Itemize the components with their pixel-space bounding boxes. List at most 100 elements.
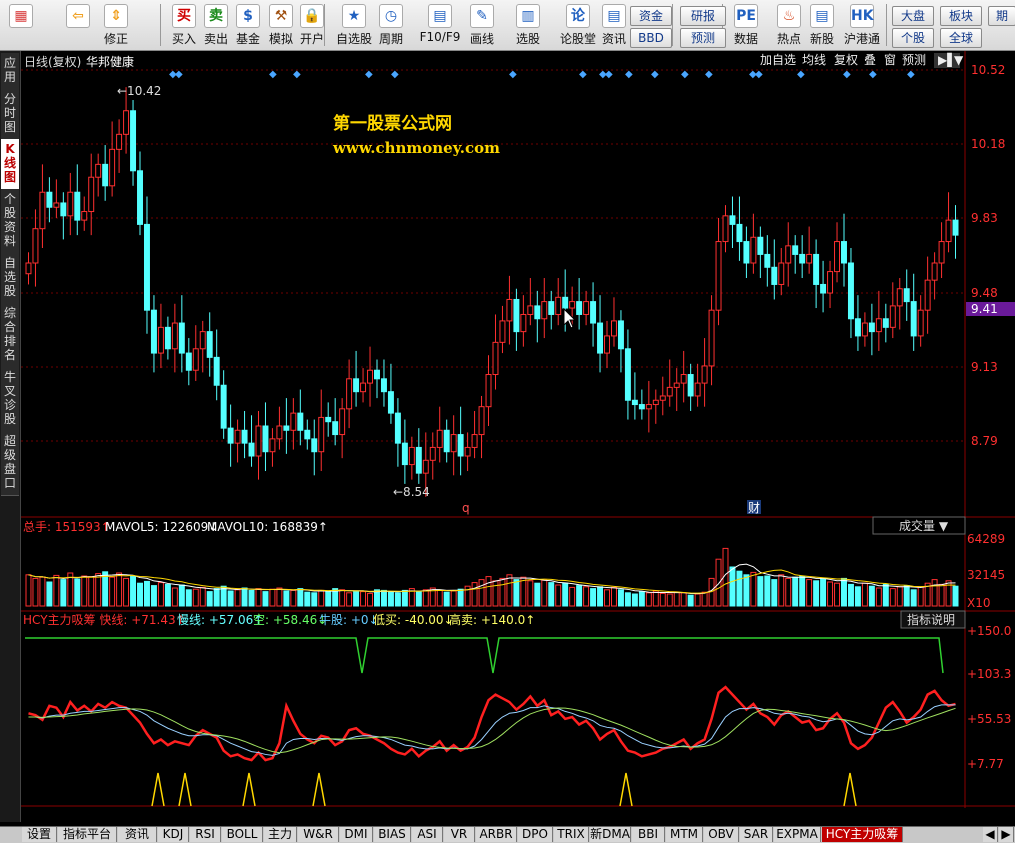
tab-17[interactable]: MTM (666, 827, 703, 842)
tab-5[interactable]: BOLL (222, 827, 263, 842)
candle-body (311, 438, 318, 453)
mini-research-button[interactable]: 研报 (680, 6, 726, 26)
sidebar-item-1[interactable]: 分时图 (1, 89, 19, 140)
tab-9[interactable]: BIAS (374, 827, 411, 842)
toolbar-f10-button[interactable]: ▤ F10/F9 (418, 2, 462, 48)
candle-body (492, 341, 499, 376)
tab-13[interactable]: DPO (518, 827, 553, 842)
toolbar-buy-button[interactable]: 买买入 (168, 2, 200, 48)
tab-18[interactable]: OBV (704, 827, 739, 842)
candle-body (401, 442, 408, 466)
scroll-right-icon[interactable]: ▶ (999, 827, 1014, 842)
left-sidebar: 应用分时图K线图个股资料自选股综合排名牛叉诊股超级盘口 (0, 51, 21, 822)
sidebar-item-4[interactable]: 自选股 (1, 253, 19, 304)
toolbar-period-label: 周期 (378, 32, 403, 46)
tab-0[interactable]: 设置 (22, 827, 57, 842)
mini-fund-button[interactable]: 资金 (630, 6, 672, 26)
volume-ma10: MAVOL10: 168839↑ (207, 520, 328, 534)
toolbar-home-button[interactable]: ▦ (5, 2, 37, 48)
mini-market-button[interactable]: 大盘 (892, 6, 934, 26)
toolbar-forum-button[interactable]: 论论股堂 (556, 2, 600, 48)
tab-8[interactable]: DMI (340, 827, 373, 842)
toolbar-hk-button[interactable]: HK 沪港通 (840, 2, 884, 48)
toolbar-sim-button[interactable]: ⚒ 模拟 (265, 2, 297, 48)
candle-body (339, 408, 346, 436)
scroll-left-icon[interactable]: ◀ (983, 827, 998, 842)
tab-19[interactable]: SAR (740, 827, 773, 842)
tab-20[interactable]: EXPMA (774, 827, 821, 842)
volume-bar (687, 594, 694, 607)
chart-area[interactable]: 10.52 10.18 9.83 9.48 9.13 8.79 9.41 ←10.42 ←8.5… (21, 51, 1015, 823)
tab-3[interactable]: KDJ (158, 827, 189, 842)
toolbar-select-button[interactable]: ▥ 选股 (512, 2, 544, 48)
mini-stock-button[interactable]: 个股 (892, 28, 934, 48)
toolbar-watch-button[interactable]: ★ 自选股 (332, 2, 376, 48)
tab-4[interactable]: RSI (190, 827, 221, 842)
candle-body (213, 356, 220, 386)
header-button-5[interactable]: 预测 (902, 53, 926, 68)
hcy-axis-label: +150.0 (967, 624, 1011, 638)
kline-chart[interactable]: 10.52 10.18 9.83 9.48 9.13 8.79 9.41 ←10.42 ←8.5… (21, 51, 1015, 823)
volume-bar (771, 579, 778, 607)
tab-10[interactable]: ASI (412, 827, 443, 842)
toolbar-draw-button[interactable]: ✎ 画线 (466, 2, 498, 48)
sidebar-item-6[interactable]: 牛叉诊股 (1, 367, 19, 432)
toolbar-fix-button[interactable]: ⇕ 修正 (100, 2, 132, 48)
candle-body (631, 399, 638, 406)
event-diamond-icon: ◆ (269, 69, 277, 80)
sidebar-item-3[interactable]: 个股资料 (1, 189, 19, 254)
pencil-icon: ✎ (470, 4, 494, 28)
tab-2[interactable]: 资讯 (118, 827, 157, 842)
candle-body (889, 305, 896, 328)
tab-15[interactable]: 新DMA (590, 827, 631, 842)
candle-body (130, 110, 137, 172)
tab-6[interactable]: 主力 (264, 827, 297, 842)
header-button-4[interactable]: 窗 (884, 53, 896, 68)
tab-16[interactable]: BBI (632, 827, 665, 842)
toolbar-newstock-button[interactable]: ▤ 新股 (806, 2, 838, 48)
toolbar-sell-button[interactable]: 卖卖出 (200, 2, 232, 48)
candle-body (332, 421, 339, 436)
toolbar-fund-button[interactable]: $ 基金 (232, 2, 264, 48)
volume-bar (715, 558, 722, 607)
sidebar-item-2[interactable]: K线图 (1, 139, 19, 190)
sidebar-item-7[interactable]: 超级盘口 (1, 431, 19, 496)
toolbar-data-button[interactable]: PE 数据 (730, 2, 762, 48)
toolbar-info-button[interactable]: ▤ 资讯 (598, 2, 630, 48)
candle-body (297, 412, 304, 431)
volume-bar (394, 592, 401, 607)
chevron-down-icon[interactable]: ▼ (954, 53, 963, 68)
mini-global-button[interactable]: 全球 (940, 28, 982, 48)
candle-body (157, 326, 164, 354)
toolbar-period-button[interactable]: ◷ 周期 (375, 2, 407, 48)
tab-1[interactable]: 指标平台 (58, 827, 117, 842)
tab-12[interactable]: ARBR (476, 827, 517, 842)
volume-bar (109, 576, 116, 607)
hk-icon: HK (850, 4, 874, 28)
tab-7[interactable]: W&R (298, 827, 339, 842)
volume-title: 总手: 151593↑ (23, 520, 111, 534)
sidebar-item-0[interactable]: 应用 (1, 53, 19, 90)
candle-body (436, 429, 443, 448)
candle-body (123, 110, 130, 135)
tab-21[interactable]: HCY主力吸筹 (822, 827, 903, 842)
toolbar-back-button[interactable]: ⇦ (62, 2, 94, 48)
mini-bbd-button[interactable]: BBD (630, 28, 672, 48)
header-button-0[interactable]: 加自选 (760, 53, 796, 68)
tab-14[interactable]: TRIX (554, 827, 589, 842)
toolbar-hot-button[interactable]: ♨ 热点 (773, 2, 805, 48)
mini-sector-button[interactable]: 板块 (940, 6, 982, 26)
candle-body (834, 241, 841, 273)
hcy-empty: 空: +58.46↓ (253, 613, 327, 627)
volume-bar (506, 574, 513, 607)
header-button-3[interactable]: 叠 (864, 53, 876, 68)
volume-bar (290, 589, 297, 607)
header-button-1[interactable]: 均线 (802, 53, 826, 68)
mini-forecast-button[interactable]: 预测 (680, 28, 726, 48)
tab-11[interactable]: VR (444, 827, 475, 842)
toolbar-buy-label: 买入 (171, 32, 196, 46)
header-button-2[interactable]: 复权 (834, 53, 858, 68)
sidebar-item-5[interactable]: 综合排名 (1, 303, 19, 368)
volume-bar (150, 585, 157, 607)
mini-futures-button[interactable]: 期 (988, 6, 1015, 26)
